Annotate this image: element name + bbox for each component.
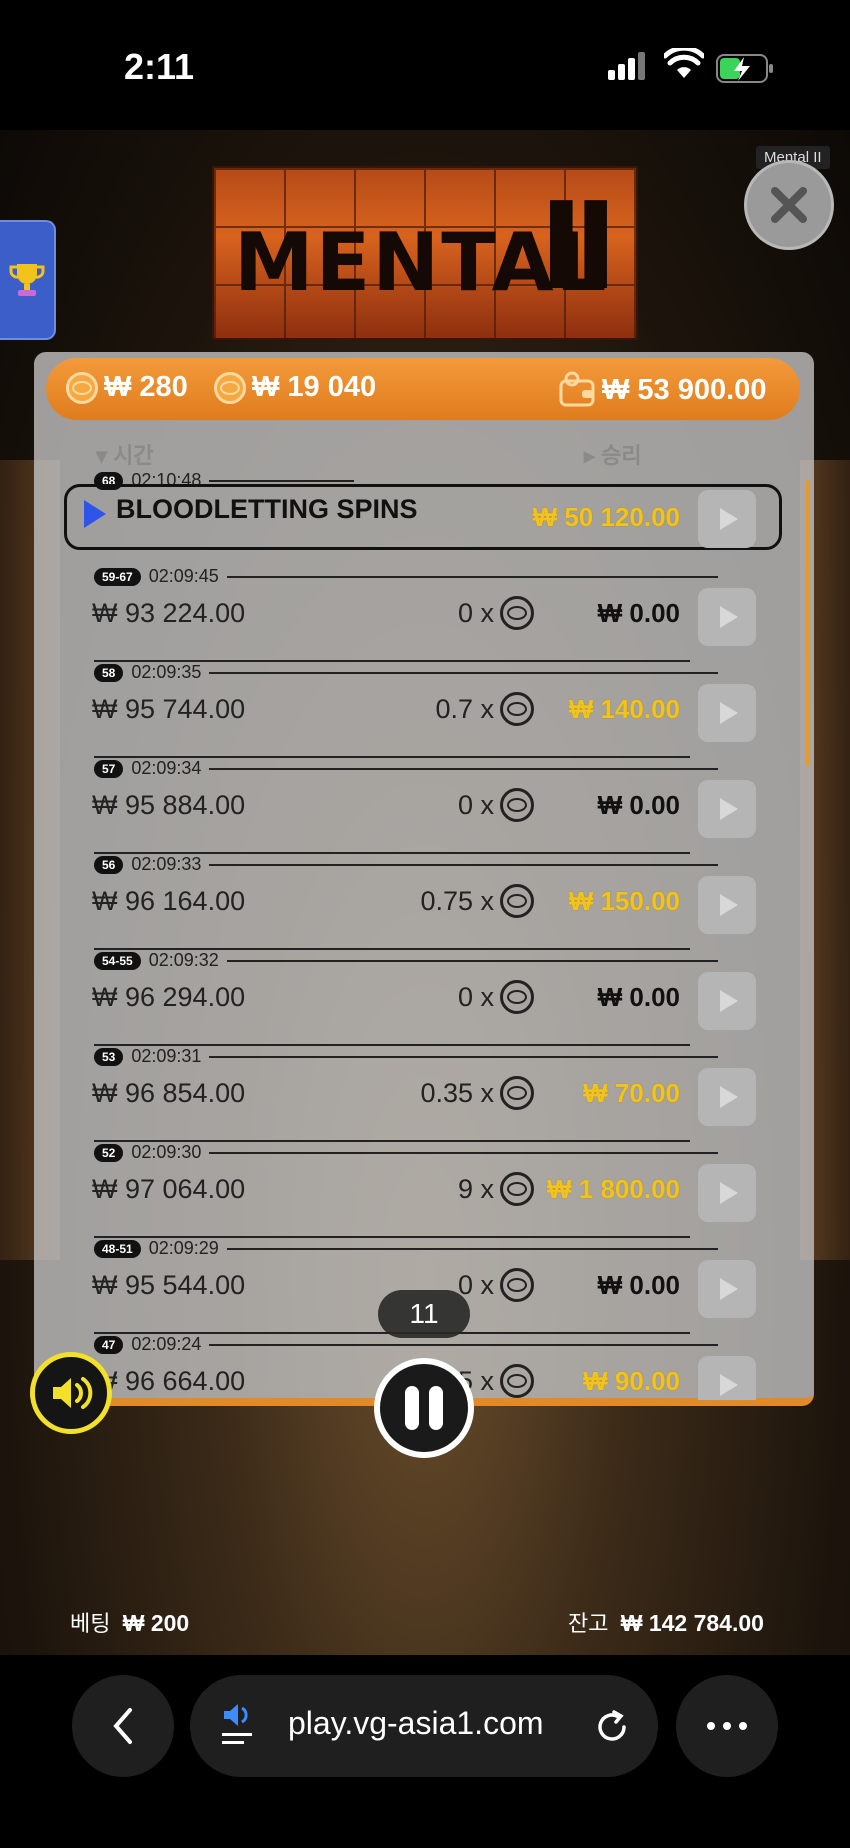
- balance-amount: ₩ 96 664.00: [92, 1366, 246, 1396]
- balance-amount: ₩ 96 854.00: [92, 1078, 246, 1108]
- balance-display: 잔고 ₩ 142 784.00: [568, 1610, 764, 1636]
- replay-button[interactable]: [698, 1068, 756, 1126]
- bet-display: 베팅 ₩ 200: [70, 1610, 190, 1636]
- address-bar[interactable]: play.vg-asia1.com: [190, 1675, 658, 1777]
- win-amount: ₩ 140.00: [568, 694, 680, 724]
- replay-button[interactable]: [698, 1260, 756, 1318]
- dot-icon: [723, 1722, 731, 1730]
- replay-button[interactable]: [698, 780, 756, 838]
- browser-toolbar: play.vg-asia1.com: [0, 1655, 850, 1848]
- win-amount: ₩ 50 120.00: [532, 502, 680, 532]
- history-row[interactable]: 54-55 02:09:32 ₩ 96 294.00 0 x ₩ 0.00: [34, 950, 814, 1046]
- win-amount: ₩ 0.00: [597, 1270, 680, 1300]
- balance-amount: ₩ 93 224.00: [92, 598, 246, 628]
- battery-charging-icon: [716, 54, 773, 83]
- history-row[interactable]: 52 02:09:30 ₩ 97 064.00 9 x ₩ 1 800.00: [34, 1142, 814, 1238]
- more-options-button[interactable]: [676, 1675, 778, 1777]
- win-amount: ₩ 0.00: [597, 790, 680, 820]
- sound-button[interactable]: [30, 1352, 112, 1434]
- trophy-button[interactable]: [0, 220, 56, 340]
- coin-value: ₩ 280: [66, 371, 188, 404]
- round-badge: 57: [94, 759, 124, 778]
- coin-total: ₩ 19 040: [214, 371, 376, 404]
- wallet-icon: [559, 371, 595, 407]
- trophy-icon: [9, 264, 45, 296]
- round-badge: 47: [94, 1335, 124, 1354]
- balance-amount: ₩ 97 064.00: [92, 1174, 246, 1204]
- back-button[interactable]: [72, 1675, 174, 1777]
- speaker-icon: [53, 1377, 93, 1409]
- replay-button[interactable]: [698, 588, 756, 646]
- chevron-left-icon: [113, 1708, 132, 1744]
- pause-icon-bar: [429, 1386, 443, 1430]
- pause-icon-bar: [405, 1386, 419, 1430]
- replay-button[interactable]: [698, 1356, 756, 1400]
- wifi-icon: [664, 48, 704, 78]
- round-badge: 48-51: [94, 1239, 141, 1258]
- history-row[interactable]: 59-67 02:09:45 ₩ 93 224.00 0 x ₩ 0.00: [34, 566, 814, 662]
- logo-numeral: Ⅱ: [538, 178, 618, 317]
- balance-amount: ₩ 95 544.00: [92, 1270, 246, 1300]
- replay-button[interactable]: [698, 490, 756, 548]
- balance-amount: ₩ 95 744.00: [92, 694, 246, 724]
- round-time: 02:09:45: [148, 566, 219, 586]
- round-time: 02:09:24: [131, 1334, 202, 1354]
- round-time: 02:09:29: [148, 1238, 219, 1258]
- balance-amount: ₩ 96 164.00: [92, 886, 246, 916]
- url-text: play.vg-asia1.com: [288, 1705, 544, 1741]
- dot-icon: [707, 1722, 715, 1730]
- scrollbar[interactable]: [806, 480, 810, 766]
- reload-icon[interactable]: [594, 1709, 630, 1745]
- audio-playing-icon: [222, 1704, 252, 1744]
- history-list: 68 02:10:48 BLOODLETTING SPINS ₩ 50 120.…: [34, 470, 814, 1400]
- replay-button[interactable]: [698, 972, 756, 1030]
- history-row[interactable]: 53 02:09:31 ₩ 96 854.00 0.35 x ₩ 70.00: [34, 1046, 814, 1142]
- win-amount: ₩ 0.00: [597, 598, 680, 628]
- spin-counter: 11: [378, 1290, 470, 1338]
- sort-win-header[interactable]: ▸ 승리: [584, 438, 642, 470]
- coin-icon: [66, 371, 98, 404]
- coin-icon: [214, 371, 246, 404]
- win-amount: ₩ 1 800.00: [547, 1174, 680, 1204]
- win-amount: ₩ 0.00: [597, 982, 680, 1012]
- round-badge: 58: [94, 663, 124, 682]
- play-triangle-icon: [84, 500, 106, 528]
- history-row[interactable]: 58 02:09:35 ₩ 95 744.00 0.7 x ₩ 140.00: [34, 662, 814, 758]
- balance-amount: ₩ 96 294.00: [92, 982, 246, 1012]
- win-amount: ₩ 150.00: [568, 886, 680, 916]
- round-badge: 56: [94, 855, 124, 874]
- close-icon: [771, 187, 807, 223]
- close-button[interactable]: [744, 160, 834, 250]
- replay-button[interactable]: [698, 684, 756, 742]
- history-row[interactable]: 57 02:09:34 ₩ 95 884.00 0 x ₩ 0.00: [34, 758, 814, 854]
- round-time: 02:09:35: [131, 662, 202, 682]
- stats-bar: ₩ 280 ₩ 19 040 ₩ 53 900.00: [46, 358, 800, 420]
- clock: 2:11: [124, 46, 195, 87]
- bonus-label: BLOODLETTING SPINS: [116, 494, 418, 524]
- round-time: 02:09:31: [131, 1046, 202, 1066]
- round-time: 02:09:33: [131, 854, 202, 874]
- round-time: 02:09:32: [148, 950, 219, 970]
- history-row[interactable]: 56 02:09:33 ₩ 96 164.00 0.75 x ₩ 150.00: [34, 854, 814, 950]
- game-logo: MENTAL Ⅱ: [212, 166, 638, 340]
- sort-time-header[interactable]: ▾ 시간: [96, 438, 154, 470]
- round-badge: 54-55: [94, 951, 141, 970]
- status-bar: 2:11: [0, 0, 850, 130]
- balance-amount: ₩ 95 884.00: [92, 790, 246, 820]
- cellular-signal-icon: [608, 52, 645, 80]
- replay-button[interactable]: [698, 876, 756, 934]
- round-time: 02:09:34: [131, 758, 202, 778]
- pause-button[interactable]: [374, 1358, 474, 1458]
- round-badge: 53: [94, 1047, 124, 1066]
- dot-icon: [739, 1722, 747, 1730]
- win-amount: ₩ 70.00: [583, 1078, 680, 1108]
- round-badge: 52: [94, 1143, 124, 1162]
- replay-button[interactable]: [698, 1164, 756, 1222]
- round-badge: 59-67: [94, 567, 141, 586]
- round-time: 02:09:30: [131, 1142, 202, 1162]
- wallet-amount: ₩ 53 900.00: [558, 371, 766, 409]
- featured-row[interactable]: 68 02:10:48 BLOODLETTING SPINS ₩ 50 120.…: [34, 470, 814, 566]
